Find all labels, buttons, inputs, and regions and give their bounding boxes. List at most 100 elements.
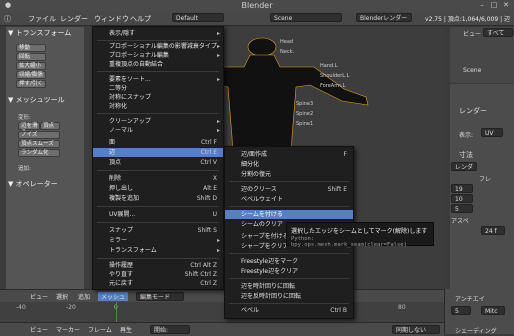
menu-item-edges[interactable]: 辺 Ctrl E <box>93 148 223 157</box>
noise-button[interactable]: ノイズ <box>18 131 60 139</box>
menu-item-mark-freestyle-edge[interactable]: Freestyle辺をマーク <box>225 257 353 266</box>
transform-panel-header[interactable]: ▼ トランスフォーム <box>8 28 71 38</box>
menu-item-redo[interactable]: やり直す Shift Ctrl Z <box>93 270 223 279</box>
menu-item-proportional-falloff[interactable]: プロポーショナル編集の影響減衰タイプ ▸ <box>93 42 223 51</box>
tooltip-python: Python: bpy.ops.mesh.mark_seam(clear=Fal… <box>291 236 407 248</box>
menu-item-mirror[interactable]: ミラー ▸ <box>93 236 223 245</box>
menu-item-transform[interactable]: トランスフォーム ▸ <box>93 246 223 255</box>
menu-item-symmetrize[interactable]: 対称化 <box>93 102 223 111</box>
timeline-tick: -40 <box>16 304 26 311</box>
menu-item-uv-unwrap[interactable]: UV展開... U <box>93 210 223 219</box>
edge-slide-button[interactable]: 辺を滑る <box>18 122 40 136</box>
aa-samples-field[interactable]: 5 <box>451 306 471 315</box>
vertex-slide-button[interactable]: 頂点 <box>40 122 60 130</box>
smooth-vertex-button[interactable]: 頂点スムーズ <box>18 140 60 148</box>
minimize-button[interactable]: – <box>476 1 488 9</box>
close-button[interactable]: ✕ <box>500 1 512 9</box>
menu-item-vertices[interactable]: 頂点 Ctrl V <box>93 158 223 167</box>
menu-item-undo-history[interactable]: 操作履歴 Ctrl Alt Z <box>93 261 223 270</box>
menu-item-duplicate[interactable]: 複製を追加 Shift D <box>93 194 223 203</box>
randomize-button[interactable]: ランダム化 <box>18 149 60 157</box>
add-label: 追加: <box>18 166 31 172</box>
menu-item-snap[interactable]: スナップ Shift S <box>93 226 223 235</box>
outliner-scene-item[interactable]: Scene <box>463 67 481 74</box>
frame-range-label: フレ <box>479 176 492 183</box>
properties-tabs[interactable] <box>444 27 450 289</box>
dimensions-panel-header[interactable]: 寸法 <box>459 150 473 160</box>
menu-item-un-subdivide[interactable]: 分割の復元 <box>225 170 353 179</box>
menu-window[interactable]: ウィンドウ <box>94 14 129 24</box>
maximize-button[interactable]: □ <box>488 1 500 9</box>
start-frame-field[interactable]: 開始: <box>150 325 190 334</box>
menu-item-delete[interactable]: 削除 X <box>93 174 223 183</box>
menu-item-mark-seam[interactable]: シームを付ける <box>225 210 353 219</box>
outliner[interactable]: ビュー すべて Scene <box>444 27 514 83</box>
menu-item-clear-freestyle-edge[interactable]: Freestyle辺をクリア <box>225 267 353 276</box>
bone-label: ForeArm.L <box>320 83 346 89</box>
mesh-menu[interactable]: メッシュ <box>98 292 129 301</box>
properties-editor[interactable]: レンダー 表示: UV 寸法 レンダ 19 10 5 フレ アスペ 24 f ア… <box>444 84 514 335</box>
menu-item-bevel[interactable]: ベベル Ctrl B <box>225 306 353 315</box>
select-menu[interactable]: 選択 <box>56 292 68 301</box>
scene-selector[interactable]: Scene <box>270 13 342 22</box>
render-engine-selector[interactable]: Blenderレンダー <box>356 13 412 22</box>
menu-item-auto-merge[interactable]: 重複頂点の自動結合 <box>93 60 223 69</box>
bone-label: Spine1 <box>296 121 313 127</box>
menu-item-undo[interactable]: 元に戻す Ctrl Z <box>93 279 223 288</box>
menu-item-rotate-edge-cw[interactable]: 辺を時計回りに回転 <box>225 282 353 291</box>
bone-label: Neck. <box>280 49 294 55</box>
menu-item-sort-elements[interactable]: 要素をソート... ▸ <box>93 75 223 84</box>
resolution-percent-field[interactable]: 5 <box>451 204 473 213</box>
mesh-tools-panel-header[interactable]: ▼ メッシュツール <box>8 95 65 105</box>
resolution-y-field[interactable]: 10 <box>451 194 473 203</box>
anti-aliasing-panel-header[interactable]: アンチエイ <box>455 294 485 303</box>
add-menu[interactable]: 追加 <box>78 292 90 301</box>
current-frame-marker[interactable] <box>116 302 117 322</box>
menu-item-edge-crease[interactable]: 辺のクリース Shift E <box>225 185 353 194</box>
menu-item-snap-symmetry[interactable]: 対称にスナップ <box>93 93 223 102</box>
menu-item-rotate-edge-ccw[interactable]: 辺を反時計回りに回転 <box>225 292 353 301</box>
rotate-button[interactable]: 回転 <box>16 53 46 61</box>
timeline-view-menu[interactable]: ビュー <box>30 325 48 334</box>
mode-selector[interactable]: 編集モード <box>136 292 184 301</box>
menu-item-faces[interactable]: 面 Ctrl F <box>93 138 223 147</box>
timeline-marker-menu[interactable]: マーカー <box>56 325 80 334</box>
menu-item-normals[interactable]: ノーマル ▸ <box>93 126 223 135</box>
menu-help[interactable]: ヘルプ <box>130 14 151 24</box>
menu-item-bisect[interactable]: 二等分 <box>93 84 223 93</box>
tool-shelf: ▼ トランスフォーム 移動 回転 拡大縮小 収縮/膨張 押す/引く ▼ メッシュ… <box>6 27 85 289</box>
render-panel-header[interactable]: レンダー <box>459 106 487 116</box>
info-editor-icon[interactable]: ⓘ <box>4 14 11 24</box>
scale-button[interactable]: 拡大縮小 <box>16 62 46 70</box>
push-pull-button[interactable]: 押す/引く <box>16 80 46 88</box>
resolution-x-field[interactable]: 19 <box>451 184 473 193</box>
render-preset-selector[interactable]: レンダ <box>451 162 477 171</box>
menu-item-extrude[interactable]: 押し出し Alt E <box>93 184 223 193</box>
outliner-view-menu[interactable]: ビュー <box>463 29 481 38</box>
shrink-fatten-button[interactable]: 収縮/膨張 <box>16 71 46 79</box>
menu-file[interactable]: ファイル <box>28 14 56 24</box>
operator-panel-header[interactable]: ▼ オペレーター <box>8 179 58 189</box>
layout-selector[interactable]: Default <box>172 13 224 22</box>
view-menu[interactable]: ビュー <box>30 292 48 301</box>
menu-item-subdivide[interactable]: 細分化 <box>225 160 353 169</box>
menu-item-proportional-editing[interactable]: プロポーショナル編集 ▸ <box>93 51 223 60</box>
fps-selector[interactable]: 24 f <box>481 226 505 235</box>
timeline-playback-menu[interactable]: 再生 <box>120 325 132 334</box>
display-mode-selector[interactable]: UV <box>481 128 503 137</box>
sync-mode-selector[interactable]: 同期しない <box>392 325 440 334</box>
timeline-frame-menu[interactable]: フレーム <box>88 325 112 334</box>
menu-item-make-edge-face[interactable]: 辺/面作成 F <box>225 150 353 159</box>
menu-item-show-hide[interactable]: 表示/隠す ▸ <box>93 29 223 38</box>
aa-filter-selector[interactable]: Mitc <box>481 306 505 315</box>
outliner-filter[interactable]: すべて <box>483 28 513 37</box>
menu-item-cleanup[interactable]: クリーンアップ ▸ <box>93 117 223 126</box>
menu-item-bevel-weight[interactable]: ベベルウェイト <box>225 195 353 204</box>
timeline[interactable]: -40 -20 0 40 60 80 <box>0 302 444 322</box>
window-title: Blender <box>241 1 273 10</box>
shading-panel-header[interactable]: シェーディング <box>455 326 497 335</box>
tooltip: 選択したエッジをシームとしてマーク(解除)します Python: bpy.ops… <box>286 222 434 248</box>
translate-button[interactable]: 移動 <box>16 44 46 52</box>
menu-render[interactable]: レンダー <box>60 14 88 24</box>
3d-view-header: ビュー 選択 追加 メッシュ 編集モード <box>0 289 444 303</box>
